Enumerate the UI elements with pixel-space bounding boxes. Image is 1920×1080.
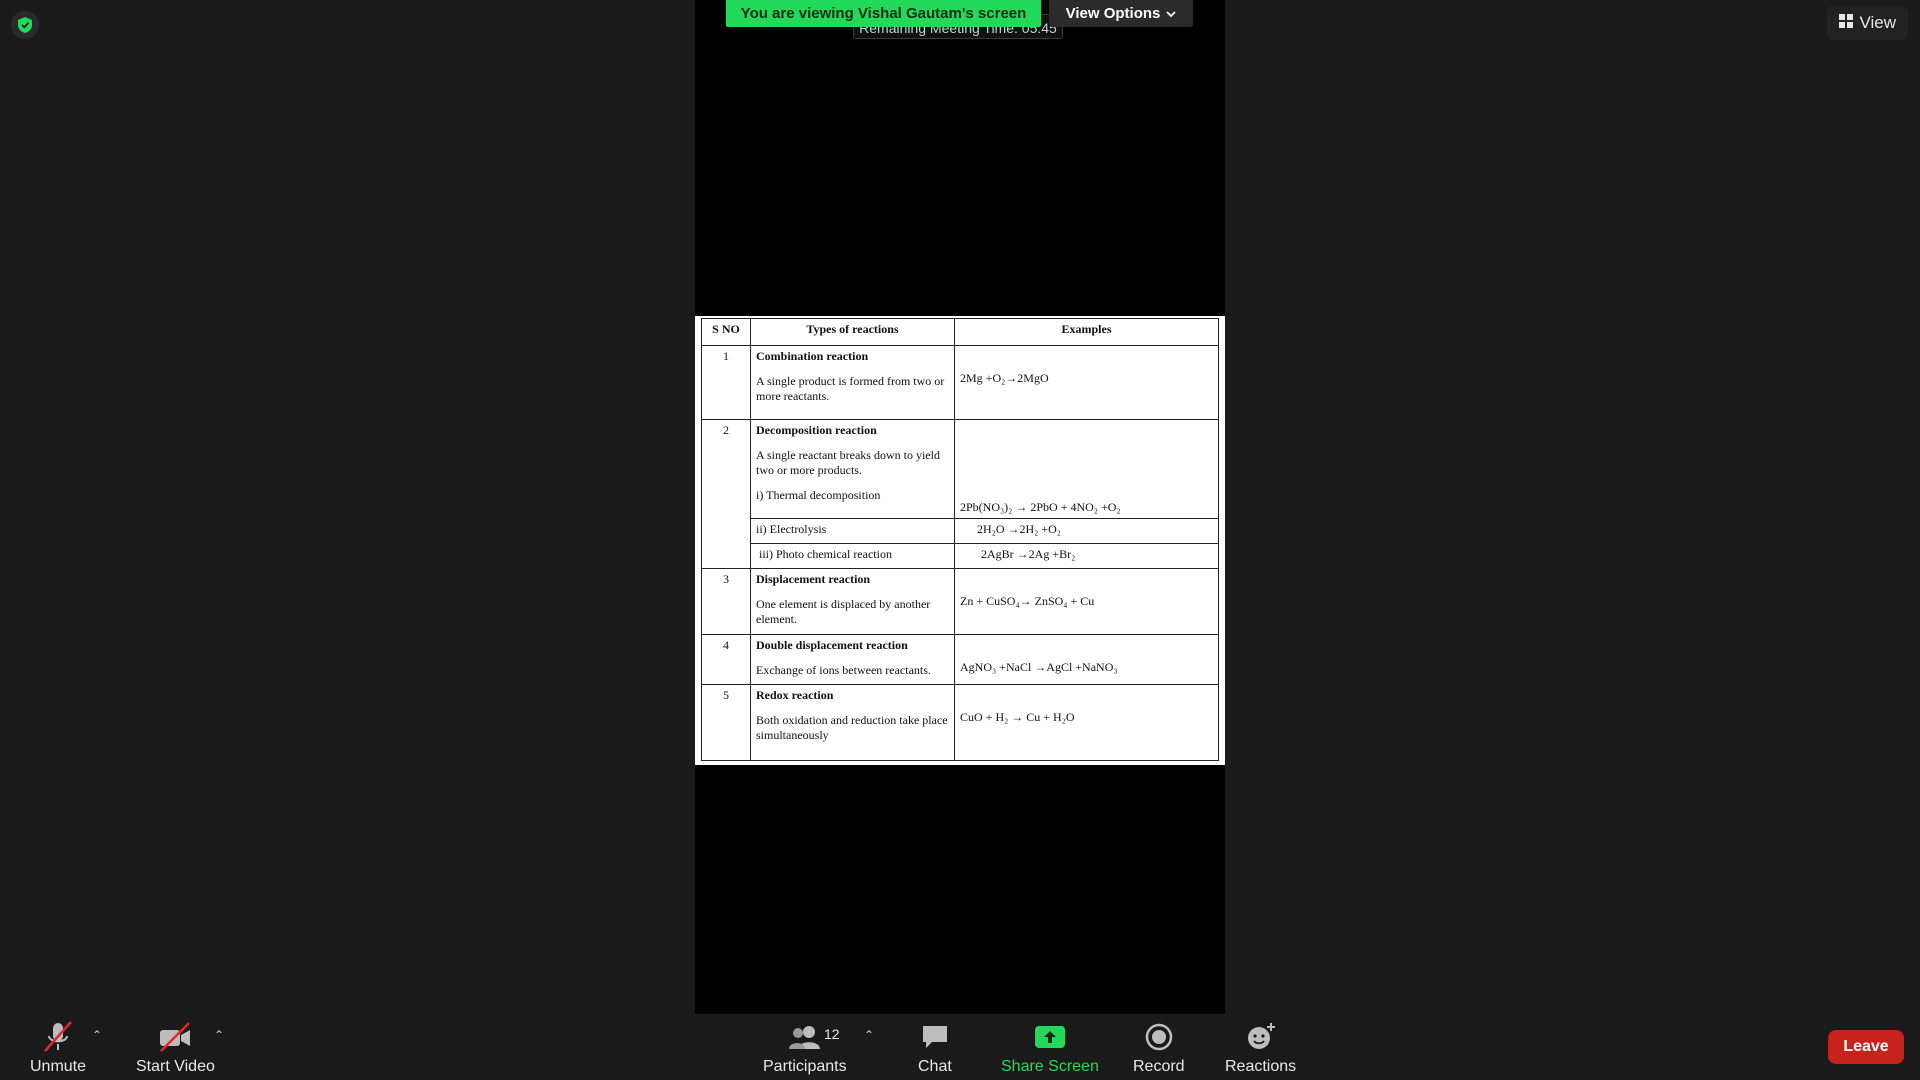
row-type: Redox reaction Both oxidation and reduct… xyxy=(750,684,955,761)
shared-document: S NO Types of reactions Examples 1 Combi… xyxy=(695,316,1225,765)
chat-button[interactable]: Chat xyxy=(918,1020,952,1076)
reaction-desc: A single reactant breaks down to yield t… xyxy=(756,447,940,478)
participants-label: Participants xyxy=(763,1058,847,1075)
participant-count: 12 xyxy=(824,1026,840,1042)
grid-icon xyxy=(1839,13,1854,33)
row-sno: 5 xyxy=(701,684,751,761)
reactions-button[interactable]: Reactions xyxy=(1225,1020,1296,1076)
reaction-title: Displacement reaction xyxy=(756,572,871,587)
reaction-subtype: ii) Electrolysis xyxy=(750,518,955,545)
example-text: 2AgBr →2Ag +Br₂ xyxy=(954,543,1219,570)
video-options-caret-icon[interactable]: ⌃ xyxy=(214,1028,224,1042)
table-row: ii) Electrolysis 2H₂O →2H₂ +O₂ xyxy=(702,518,1219,545)
header-examples: Examples xyxy=(954,317,1219,347)
unmute-label: Unmute xyxy=(30,1058,87,1075)
share-screen-button[interactable]: Share Screen xyxy=(1001,1020,1099,1076)
video-off-icon xyxy=(158,1020,192,1054)
row-sno: 1 xyxy=(701,345,751,421)
viewing-banner: You are viewing Vishal Gautam's screen xyxy=(726,0,1041,27)
row-example: 2Mg +O₂→2MgO xyxy=(954,345,1219,421)
table-row: iii) Photo chemical reaction 2AgBr →2Ag … xyxy=(702,543,1219,570)
record-button[interactable]: Record xyxy=(1133,1020,1185,1076)
reaction-desc: Both oxidation and reduction take place … xyxy=(756,712,948,743)
reactions-label: Reactions xyxy=(1225,1058,1297,1075)
security-shield-icon[interactable] xyxy=(11,11,39,39)
share-screen-icon xyxy=(1034,1020,1066,1054)
reaction-desc: One element is displaced by another elem… xyxy=(756,596,931,627)
start-video-button[interactable]: Start Video xyxy=(136,1020,215,1076)
reaction-title: Redox reaction xyxy=(756,688,834,703)
row-sno: 3 xyxy=(701,568,751,636)
view-options-button[interactable]: View Options xyxy=(1049,0,1193,27)
reaction-subtype: i) Thermal decomposition xyxy=(756,488,881,503)
view-options-label: View Options xyxy=(1065,5,1161,22)
chat-icon xyxy=(920,1020,950,1054)
table-header-row: S NO Types of reactions Examples xyxy=(701,317,1219,347)
reaction-desc: Exchange of ions between reactants. xyxy=(756,662,931,677)
record-label: Record xyxy=(1133,1058,1185,1075)
row-sno: 2 xyxy=(701,419,751,570)
row-example: CuO + H₂ → Cu + H₂O xyxy=(954,684,1219,761)
reaction-desc: A single product is formed from two or m… xyxy=(756,373,945,404)
table-row: 4 Double displacement reaction Exchange … xyxy=(701,634,1219,686)
unmute-button[interactable]: Unmute xyxy=(30,1020,86,1076)
leave-button[interactable]: Leave xyxy=(1828,1030,1904,1064)
row-sno: 4 xyxy=(701,634,751,686)
header-types: Types of reactions xyxy=(750,317,955,347)
reaction-title: Double displacement reaction xyxy=(756,638,908,653)
example-text: AgNO₃ +NaCl →AgCl +NaNO₃ xyxy=(960,660,1118,675)
reactions-icon xyxy=(1246,1020,1276,1054)
table-row: 2 Decomposition reaction A single reacta… xyxy=(701,419,1219,570)
share-screen-label: Share Screen xyxy=(1001,1058,1099,1075)
start-video-label: Start Video xyxy=(136,1058,215,1075)
table-row: 5 Redox reaction Both oxidation and redu… xyxy=(701,684,1219,761)
row-type: Displacement reaction One element is dis… xyxy=(750,568,955,636)
participants-caret-icon[interactable]: ⌃ xyxy=(864,1028,874,1042)
example-text: 2Mg +O₂→2MgO xyxy=(960,371,1049,386)
audio-options-caret-icon[interactable]: ⌃ xyxy=(92,1028,102,1042)
table-row: 3 Displacement reaction One element is d… xyxy=(701,568,1219,636)
view-button[interactable]: View xyxy=(1827,6,1908,40)
chat-label: Chat xyxy=(918,1058,952,1075)
view-label: View xyxy=(1859,13,1896,32)
row-type: Decomposition reaction A single reactant… xyxy=(750,419,955,520)
row-example: 2Pb(NO₃)₂ → 2PbO + 4NO₂ +O₂ xyxy=(954,419,1219,520)
row-example: Zn + CuSO₄→ ZnSO₄ + Cu xyxy=(954,568,1219,636)
example-text: CuO + H₂ → Cu + H₂O xyxy=(960,710,1075,725)
participants-icon xyxy=(788,1020,822,1054)
example-text: Zn + CuSO₄→ ZnSO₄ + Cu xyxy=(960,594,1095,609)
muted-microphone-icon xyxy=(43,1020,73,1054)
reaction-title: Decomposition reaction xyxy=(756,423,877,438)
reaction-title: Combination reaction xyxy=(756,349,869,364)
row-example: AgNO₃ +NaCl →AgCl +NaNO₃ xyxy=(954,634,1219,686)
row-type: Double displacement reaction Exchange of… xyxy=(750,634,955,686)
chevron-down-icon xyxy=(1166,5,1177,22)
example-text: 2Pb(NO₃)₂ → 2PbO + 4NO₂ +O₂ xyxy=(960,499,1121,514)
record-icon xyxy=(1145,1020,1173,1054)
reactions-table: S NO Types of reactions Examples 1 Combi… xyxy=(701,317,1219,761)
reaction-subtype: iii) Photo chemical reaction xyxy=(750,543,955,570)
meeting-toolbar: Unmute ⌃ Start Video ⌃ Participants 12 ⌃ xyxy=(0,1016,1920,1080)
header-sno: S NO xyxy=(701,317,751,347)
example-text: 2H₂O →2H₂ +O₂ xyxy=(954,518,1219,545)
row-type: Combination reaction A single product is… xyxy=(750,345,955,421)
table-row: 1 Combination reaction A single product … xyxy=(701,345,1219,421)
